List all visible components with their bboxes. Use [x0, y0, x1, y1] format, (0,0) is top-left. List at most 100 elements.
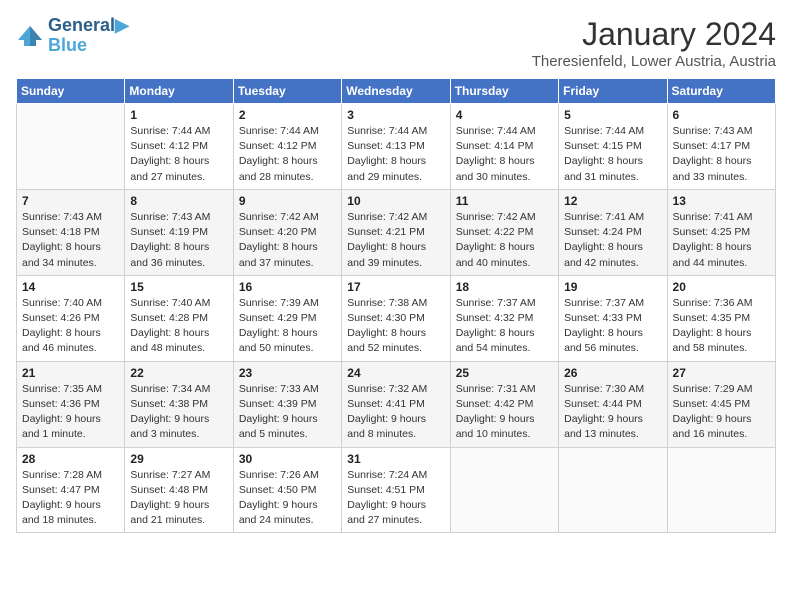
day-number: 2: [239, 108, 336, 122]
day-number: 23: [239, 366, 336, 380]
calendar-cell: 27 Sunrise: 7:29 AMSunset: 4:45 PMDayligh…: [667, 361, 775, 447]
calendar-subtitle: Theresienfeld, Lower Austria, Austria: [532, 53, 776, 70]
day-detail: Sunrise: 7:41 AMSunset: 4:25 PMDaylight:…: [673, 210, 770, 271]
day-number: 5: [564, 108, 661, 122]
day-detail: Sunrise: 7:35 AMSunset: 4:36 PMDaylight:…: [22, 382, 119, 443]
calendar-cell: 26 Sunrise: 7:30 AMSunset: 4:44 PMDayligh…: [559, 361, 667, 447]
calendar-cell: 21 Sunrise: 7:35 AMSunset: 4:36 PMDayligh…: [17, 361, 125, 447]
day-number: 14: [22, 280, 119, 294]
calendar-cell: 19 Sunrise: 7:37 AMSunset: 4:33 PMDayligh…: [559, 275, 667, 361]
calendar-cell: 31 Sunrise: 7:24 AMSunset: 4:51 PMDayligh…: [342, 447, 450, 533]
calendar-cell: 14 Sunrise: 7:40 AMSunset: 4:26 PMDayligh…: [17, 275, 125, 361]
weekday-header: Monday: [125, 79, 233, 104]
day-number: 25: [456, 366, 553, 380]
calendar-week-row: 14 Sunrise: 7:40 AMSunset: 4:26 PMDayligh…: [17, 275, 776, 361]
calendar-cell: 5 Sunrise: 7:44 AMSunset: 4:15 PMDaylight…: [559, 104, 667, 190]
day-number: 30: [239, 452, 336, 466]
calendar-cell: 10Sunrise: 7:42 AMSunset: 4:21 PMDayligh…: [342, 189, 450, 275]
day-number: 11: [456, 194, 553, 208]
weekday-header: Friday: [559, 79, 667, 104]
calendar-cell: 17Sunrise: 7:38 AMSunset: 4:30 PMDayligh…: [342, 275, 450, 361]
calendar-cell: 3Sunrise: 7:44 AMSunset: 4:13 PMDaylight…: [342, 104, 450, 190]
logo: General▶ Blue: [16, 16, 129, 56]
calendar-cell: 28 Sunrise: 7:28 AMSunset: 4:47 PMDayligh…: [17, 447, 125, 533]
day-detail: Sunrise: 7:44 AMSunset: 4:14 PMDaylight:…: [456, 124, 553, 185]
calendar-week-row: 7 Sunrise: 7:43 AMSunset: 4:18 PMDaylight…: [17, 189, 776, 275]
day-number: 18: [456, 280, 553, 294]
day-detail: Sunrise: 7:40 AMSunset: 4:28 PMDaylight:…: [130, 296, 227, 357]
calendar-cell: 24Sunrise: 7:32 AMSunset: 4:41 PMDayligh…: [342, 361, 450, 447]
day-detail: Sunrise: 7:44 AMSunset: 4:12 PMDaylight:…: [239, 124, 336, 185]
calendar-cell: 25 Sunrise: 7:31 AMSunset: 4:42 PMDayligh…: [450, 361, 558, 447]
day-number: 19: [564, 280, 661, 294]
day-number: 26: [564, 366, 661, 380]
calendar-cell: 16 Sunrise: 7:39 AMSunset: 4:29 PMDayligh…: [233, 275, 341, 361]
day-number: 31: [347, 452, 444, 466]
calendar-week-row: 21 Sunrise: 7:35 AMSunset: 4:36 PMDayligh…: [17, 361, 776, 447]
day-detail: Sunrise: 7:24 AMSunset: 4:51 PMDaylight:…: [347, 468, 444, 529]
day-detail: Sunrise: 7:42 AMSunset: 4:21 PMDaylight:…: [347, 210, 444, 271]
day-detail: Sunrise: 7:44 AMSunset: 4:13 PMDaylight:…: [347, 124, 444, 185]
calendar-cell: [450, 447, 558, 533]
day-detail: Sunrise: 7:37 AMSunset: 4:33 PMDaylight:…: [564, 296, 661, 357]
day-detail: Sunrise: 7:27 AMSunset: 4:48 PMDaylight:…: [130, 468, 227, 529]
day-number: 13: [673, 194, 770, 208]
day-number: 21: [22, 366, 119, 380]
day-number: 12: [564, 194, 661, 208]
calendar-cell: [17, 104, 125, 190]
day-number: 20: [673, 280, 770, 294]
day-detail: Sunrise: 7:41 AMSunset: 4:24 PMDaylight:…: [564, 210, 661, 271]
calendar-header-row: SundayMondayTuesdayWednesdayThursdayFrid…: [17, 79, 776, 104]
day-number: 27: [673, 366, 770, 380]
calendar-cell: 8 Sunrise: 7:43 AMSunset: 4:19 PMDaylight…: [125, 189, 233, 275]
calendar-cell: 20 Sunrise: 7:36 AMSunset: 4:35 PMDayligh…: [667, 275, 775, 361]
day-number: 22: [130, 366, 227, 380]
day-detail: Sunrise: 7:44 AMSunset: 4:15 PMDaylight:…: [564, 124, 661, 185]
day-detail: Sunrise: 7:26 AMSunset: 4:50 PMDaylight:…: [239, 468, 336, 529]
day-detail: Sunrise: 7:43 AMSunset: 4:19 PMDaylight:…: [130, 210, 227, 271]
day-number: 6: [673, 108, 770, 122]
day-number: 4: [456, 108, 553, 122]
weekday-header: Sunday: [17, 79, 125, 104]
day-detail: Sunrise: 7:28 AMSunset: 4:47 PMDaylight:…: [22, 468, 119, 529]
day-number: 9: [239, 194, 336, 208]
day-detail: Sunrise: 7:32 AMSunset: 4:41 PMDaylight:…: [347, 382, 444, 443]
calendar-cell: 22Sunrise: 7:34 AMSunset: 4:38 PMDayligh…: [125, 361, 233, 447]
day-detail: Sunrise: 7:31 AMSunset: 4:42 PMDaylight:…: [456, 382, 553, 443]
calendar-cell: 13 Sunrise: 7:41 AMSunset: 4:25 PMDayligh…: [667, 189, 775, 275]
calendar-cell: 7 Sunrise: 7:43 AMSunset: 4:18 PMDaylight…: [17, 189, 125, 275]
weekday-header: Tuesday: [233, 79, 341, 104]
day-detail: Sunrise: 7:43 AMSunset: 4:18 PMDaylight:…: [22, 210, 119, 271]
day-detail: Sunrise: 7:40 AMSunset: 4:26 PMDaylight:…: [22, 296, 119, 357]
calendar-week-row: 1Sunrise: 7:44 AMSunset: 4:12 PMDaylight…: [17, 104, 776, 190]
day-detail: Sunrise: 7:30 AMSunset: 4:44 PMDaylight:…: [564, 382, 661, 443]
calendar-cell: 11Sunrise: 7:42 AMSunset: 4:22 PMDayligh…: [450, 189, 558, 275]
day-number: 16: [239, 280, 336, 294]
calendar-cell: 9 Sunrise: 7:42 AMSunset: 4:20 PMDaylight…: [233, 189, 341, 275]
calendar-cell: [667, 447, 775, 533]
day-detail: Sunrise: 7:42 AMSunset: 4:20 PMDaylight:…: [239, 210, 336, 271]
day-detail: Sunrise: 7:29 AMSunset: 4:45 PMDaylight:…: [673, 382, 770, 443]
calendar-cell: 6Sunrise: 7:43 AMSunset: 4:17 PMDaylight…: [667, 104, 775, 190]
calendar-title: January 2024: [532, 16, 776, 53]
day-detail: Sunrise: 7:37 AMSunset: 4:32 PMDaylight:…: [456, 296, 553, 357]
day-detail: Sunrise: 7:39 AMSunset: 4:29 PMDaylight:…: [239, 296, 336, 357]
logo-icon: [16, 22, 44, 50]
day-detail: Sunrise: 7:38 AMSunset: 4:30 PMDaylight:…: [347, 296, 444, 357]
day-number: 28: [22, 452, 119, 466]
calendar-cell: 23Sunrise: 7:33 AMSunset: 4:39 PMDayligh…: [233, 361, 341, 447]
calendar-cell: 30 Sunrise: 7:26 AMSunset: 4:50 PMDayligh…: [233, 447, 341, 533]
logo-text: General▶ Blue: [48, 16, 129, 56]
calendar-cell: 15Sunrise: 7:40 AMSunset: 4:28 PMDayligh…: [125, 275, 233, 361]
day-number: 7: [22, 194, 119, 208]
weekday-header: Wednesday: [342, 79, 450, 104]
weekday-header: Thursday: [450, 79, 558, 104]
day-detail: Sunrise: 7:44 AMSunset: 4:12 PMDaylight:…: [130, 124, 227, 185]
calendar-cell: 12 Sunrise: 7:41 AMSunset: 4:24 PMDayligh…: [559, 189, 667, 275]
day-number: 8: [130, 194, 227, 208]
calendar-cell: 18 Sunrise: 7:37 AMSunset: 4:32 PMDayligh…: [450, 275, 558, 361]
calendar-week-row: 28 Sunrise: 7:28 AMSunset: 4:47 PMDayligh…: [17, 447, 776, 533]
day-detail: Sunrise: 7:36 AMSunset: 4:35 PMDaylight:…: [673, 296, 770, 357]
title-block: January 2024 Theresienfeld, Lower Austri…: [532, 16, 776, 70]
calendar-cell: 2 Sunrise: 7:44 AMSunset: 4:12 PMDaylight…: [233, 104, 341, 190]
